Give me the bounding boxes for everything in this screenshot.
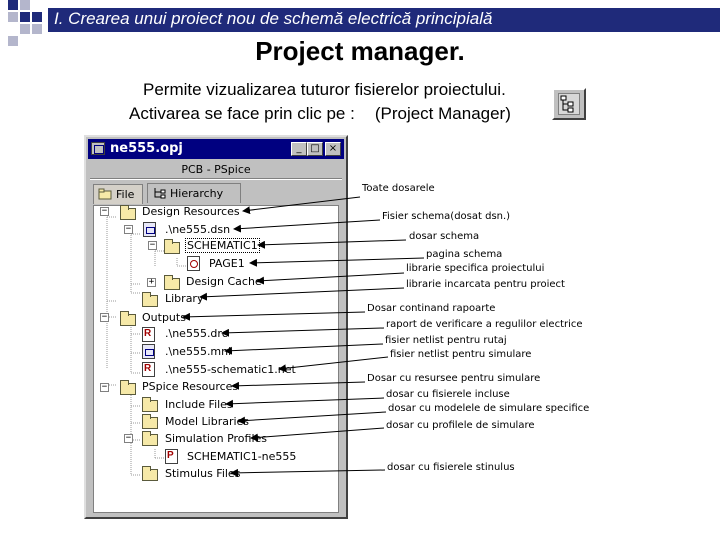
- slide-title: I. Crearea unui proiect nou de schemă el…: [54, 9, 493, 28]
- report-file-icon: [142, 362, 155, 377]
- annotation: pagina schema: [426, 249, 503, 260]
- annotation: fisier netlist pentru rutaj: [385, 335, 507, 346]
- tree-item[interactable]: .\ne555.drc: [165, 327, 228, 340]
- folder-icon: [164, 275, 180, 290]
- tree-item[interactable]: Include Files: [165, 398, 233, 411]
- folder-icon: [120, 311, 136, 326]
- folder-icon: [142, 414, 158, 429]
- annotation: Fisier schema(dosat dsn.): [382, 211, 511, 222]
- tab-label: Hierarchy: [170, 187, 224, 200]
- folder-icon: [120, 380, 136, 395]
- annotation: dosar cu fisierele incluse: [386, 389, 510, 400]
- folder-icon: [164, 239, 180, 254]
- description-line-2: Activarea se face prin clic pe : (Project…: [129, 104, 511, 124]
- folder-icon: [142, 292, 158, 307]
- window-title-bar[interactable]: ne555.opj _ □ ×: [88, 139, 344, 159]
- minimize-button[interactable]: _: [291, 142, 307, 156]
- folder-icon: [142, 397, 158, 412]
- deco-square: [20, 0, 30, 10]
- collapse-icon[interactable]: −: [124, 225, 133, 234]
- annotation: dosar cu modelele de simulare specifice: [388, 403, 590, 414]
- project-manager-button[interactable]: [552, 88, 586, 120]
- maximize-button[interactable]: □: [307, 142, 323, 156]
- tab-file[interactable]: File: [93, 184, 143, 204]
- tab-hierarchy[interactable]: Hierarchy: [147, 183, 241, 203]
- project-manager-icon: [558, 93, 580, 115]
- schematic-file-icon: [143, 222, 156, 237]
- collapse-icon[interactable]: −: [124, 434, 133, 443]
- tree-item[interactable]: .\ne555.dsn: [165, 223, 230, 236]
- tab-label: File: [116, 188, 135, 201]
- tree-item[interactable]: Design Resources: [142, 205, 240, 218]
- tree-item[interactable]: SCHEMATIC1-ne555: [187, 450, 296, 463]
- annotation: librarie incarcata pentru proiect: [406, 279, 565, 290]
- tree-item[interactable]: Model Libraries: [165, 415, 249, 428]
- expand-icon[interactable]: +: [147, 278, 156, 287]
- page-heading: Project manager.: [255, 36, 465, 66]
- collapse-icon[interactable]: −: [148, 241, 157, 250]
- window-title: ne555.opj: [110, 141, 183, 156]
- deco-square: [20, 12, 30, 22]
- tree-item[interactable]: .\ne555.mnl: [165, 345, 231, 358]
- annotation: Dosar continand rapoarte: [367, 303, 496, 314]
- hierarchy-tab-icon: [152, 187, 166, 199]
- deco-square: [20, 24, 30, 34]
- annotation: dosar schema: [409, 231, 480, 242]
- collapse-icon[interactable]: −: [100, 383, 109, 392]
- deco-square: [8, 12, 18, 22]
- folder-icon: [120, 205, 136, 220]
- deco-square: [32, 12, 42, 22]
- tree-item[interactable]: Outputs: [142, 311, 186, 324]
- collapse-icon[interactable]: −: [100, 313, 109, 322]
- annotation: raport de verificare a regulilor electri…: [386, 319, 583, 330]
- window-app-icon: [91, 142, 105, 155]
- project-type-label: PCB - PSpice: [181, 163, 251, 176]
- deco-square: [8, 0, 18, 10]
- netlist-file-icon: [142, 344, 155, 359]
- folder-icon: [142, 431, 158, 446]
- tree-item[interactable]: .\ne555-schematic1.net: [165, 363, 296, 376]
- tree-item[interactable]: SCHEMATIC1: [185, 238, 260, 253]
- profile-file-icon: [165, 449, 178, 464]
- annotation: dosar cu fisierele stinulus: [387, 462, 515, 473]
- description-pm-text: (Project Manager): [374, 104, 511, 123]
- annotation: librarie specifica proiectului: [406, 263, 545, 274]
- folder-icon: [142, 466, 158, 481]
- description-line-1: Permite vizualizarea tuturor fisierelor …: [143, 80, 506, 99]
- annotation: Toate dosarele: [362, 183, 435, 194]
- tree-item[interactable]: Stimulus Files: [165, 467, 240, 480]
- divider: [90, 178, 342, 180]
- annotation: fisier netlist pentru simulare: [390, 349, 532, 360]
- report-file-icon: [142, 327, 155, 342]
- tree-item[interactable]: Simulation Profiles: [165, 432, 267, 445]
- annotation: dosar cu profilele de simulare: [386, 420, 535, 431]
- close-button[interactable]: ×: [325, 142, 341, 156]
- collapse-icon[interactable]: −: [100, 207, 109, 216]
- tree-item[interactable]: PSpice Resources: [142, 380, 238, 393]
- deco-square: [32, 24, 42, 34]
- tree-item[interactable]: Library: [165, 292, 203, 305]
- tree-item[interactable]: Design Cache: [186, 275, 262, 288]
- page-icon: [187, 256, 200, 271]
- file-tab-icon: [98, 188, 112, 200]
- annotation: Dosar cu resursee pentru simulare: [367, 373, 541, 384]
- description-line-2-text: Activarea se face prin clic pe :: [129, 104, 355, 123]
- tree-item[interactable]: PAGE1: [209, 257, 245, 270]
